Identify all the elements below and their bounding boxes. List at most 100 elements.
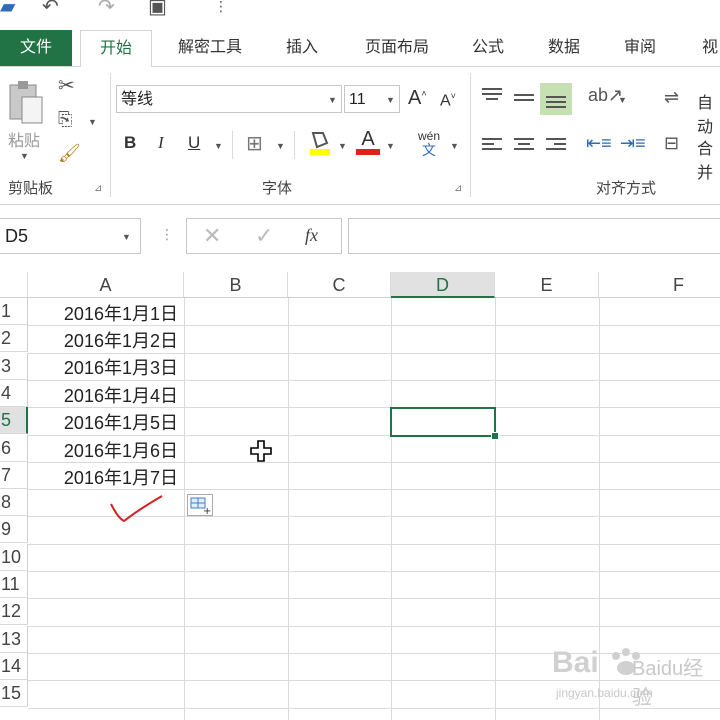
cell-a1[interactable]: 2016年1月1日 [28,300,178,326]
gridline [28,435,720,436]
fill-handle[interactable] [491,432,499,440]
formula-input[interactable] [348,218,720,254]
cell-a6[interactable]: 2016年1月6日 [28,437,178,463]
cut-icon[interactable]: ✂ [58,73,75,98]
font-color-button[interactable]: A [356,129,380,155]
inline-separator [232,131,233,159]
cell-a4[interactable]: 2016年1月4日 [28,382,178,408]
group-separator [470,73,471,197]
paste-button[interactable] [6,77,46,127]
name-box-dropdown-icon[interactable]: ▼ [122,232,131,242]
tab-file[interactable]: 文件 [0,30,72,66]
align-top-icon[interactable] [482,85,502,103]
watermark-brand: Baidu经验 [632,658,704,709]
merge-center-icon[interactable]: ⊟ [664,133,679,154]
save-icon[interactable]: ▰ [0,0,15,19]
row-header-9[interactable]: 9 [0,516,28,543]
align-bottom-icon[interactable] [540,83,572,115]
tab-data[interactable]: 数据 [534,30,594,66]
redo-icon[interactable]: ↷ [98,0,115,19]
row-header-5[interactable]: 5 [0,407,28,434]
row-header-10[interactable]: 10 [0,544,28,571]
phonetic-dropdown-icon[interactable]: ▼ [450,141,459,151]
more-options-icon[interactable]: ⋮ [160,226,174,243]
enter-icon[interactable]: ✓ [255,223,273,249]
column-header-b[interactable]: B [184,272,288,298]
merge-center-label[interactable]: 合并 [690,135,720,183]
row-header-8[interactable]: 8 [0,489,28,516]
decrease-font-icon[interactable]: A˅ [440,91,456,110]
bold-button[interactable]: B [124,133,136,153]
column-header-e[interactable]: E [495,272,599,298]
column-header-c[interactable]: C [288,272,391,298]
font-color-dropdown-icon[interactable]: ▼ [386,141,395,151]
align-left-icon[interactable] [482,135,502,153]
tab-insert[interactable]: 插入 [272,30,332,66]
wrap-text-label[interactable]: 自动 [690,89,720,137]
increase-indent-icon[interactable]: ⇥≡ [620,133,646,154]
copy-icon[interactable]: ⎘ [58,109,72,130]
borders-icon[interactable]: ⊞ [246,131,263,156]
column-header-f[interactable]: F [599,272,720,298]
cell-a7[interactable]: 2016年1月7日 [28,464,178,490]
align-center-icon[interactable] [514,135,534,153]
select-all-corner[interactable] [0,272,28,298]
row-header-3[interactable]: 3 [0,353,28,380]
row-header-4[interactable]: 4 [0,380,28,407]
underline-button[interactable]: U [188,133,200,153]
font-size-dropdown-icon[interactable]: ▼ [386,95,395,105]
gridline [495,298,496,720]
font-launcher-icon[interactable]: ⊿ [454,183,462,194]
column-header-d[interactable]: D [391,272,495,298]
row-header-13[interactable]: 13 [0,626,28,653]
cell-a3[interactable]: 2016年1月3日 [28,354,178,380]
row-header-11[interactable]: 11 [0,571,28,598]
gridline [28,708,720,709]
fill-color-icon [310,132,330,155]
tab-formulas[interactable]: 公式 [458,30,518,66]
row-header-15[interactable]: 15 [0,680,28,707]
insert-function-button[interactable]: fx [305,225,318,246]
phonetic-button[interactable]: wén 文 [418,129,440,157]
name-box[interactable]: D5 [0,218,141,254]
row-header-6[interactable]: 6 [0,435,28,462]
tab-review[interactable]: 审阅 [610,30,670,66]
cancel-icon[interactable]: ✕ [203,223,221,249]
row-header-2[interactable]: 2 [0,325,28,352]
font-family-dropdown-icon[interactable]: ▼ [328,95,337,105]
worksheet-grid[interactable]: A B C D E F 1 2 3 4 5 6 7 8 9 10 11 12 13 14 15 2016年1… [0,272,720,720]
align-right-icon[interactable] [546,135,566,153]
italic-button[interactable]: I [158,133,164,153]
cell-a2[interactable]: 2016年1月2日 [28,327,178,353]
cell-a5[interactable]: 2016年1月5日 [28,409,178,435]
decrease-indent-icon[interactable]: ⇤≡ [586,133,612,154]
row-header-12[interactable]: 12 [0,598,28,625]
underline-dropdown-icon[interactable]: ▼ [214,141,223,151]
paste-dropdown-icon[interactable]: ▼ [20,151,29,161]
undo-icon[interactable]: ↶ [42,0,59,19]
fill-color-dropdown-icon[interactable]: ▼ [338,141,347,151]
active-cell-d5[interactable] [390,407,496,437]
font-family-select[interactable]: 等线 [116,85,342,113]
increase-font-icon[interactable]: A˄ [408,87,427,110]
row-header-14[interactable]: 14 [0,653,28,680]
borders-dropdown-icon[interactable]: ▼ [276,141,285,151]
auto-fill-options-button[interactable]: + [187,494,213,517]
column-header-a[interactable]: A [28,272,184,298]
format-painter-icon[interactable]: 🖌 [58,143,81,164]
row-header-1[interactable]: 1 [0,298,28,325]
tab-view[interactable]: 视 [690,30,720,66]
orientation-dropdown-icon[interactable]: ▼ [618,95,627,105]
quick-access-toolbar: ▰ ↶ ↷ ▣ ⋮ [0,0,720,26]
tab-decrypt-tools[interactable]: 解密工具 [165,30,255,66]
wrap-text-icon[interactable]: ⇌ [664,87,679,108]
tab-page-layout[interactable]: 页面布局 [352,30,442,66]
form-icon[interactable]: ▣ [148,0,167,19]
tab-home[interactable]: 开始 [80,30,152,68]
align-middle-icon[interactable] [514,91,534,104]
fill-color-button[interactable] [308,129,332,162]
customize-qat-icon[interactable]: ⋮ [214,0,228,15]
clipboard-launcher-icon[interactable]: ⊿ [94,183,102,194]
row-header-7[interactable]: 7 [0,462,28,489]
copy-dropdown-icon[interactable]: ▼ [88,117,97,127]
